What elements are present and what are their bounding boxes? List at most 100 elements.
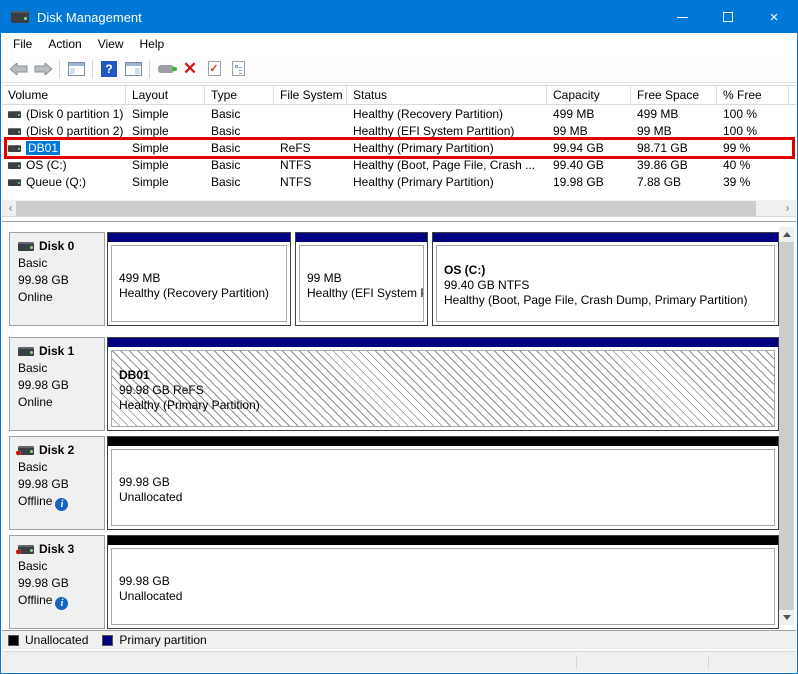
disk-size: 99.98 GB bbox=[18, 477, 100, 491]
close-button[interactable]: × bbox=[751, 1, 797, 33]
statusbar-divider bbox=[576, 655, 577, 669]
minimize-icon bbox=[677, 17, 688, 18]
menu-view[interactable]: View bbox=[90, 34, 132, 54]
disk-2-info-panel[interactable]: Disk 2 Basic 99.98 GB Offlinei bbox=[9, 436, 105, 530]
volume-icon bbox=[8, 145, 21, 152]
cell-layout: Simple bbox=[126, 141, 205, 155]
info-icon[interactable]: i bbox=[55, 597, 68, 610]
partition-os-c[interactable]: OS (C:) 99.40 GB NTFS Healthy (Boot, Pag… bbox=[432, 232, 779, 326]
volume-icon bbox=[8, 111, 21, 118]
cell-pct-free: 99 % bbox=[717, 141, 789, 155]
column-header-layout[interactable]: Layout bbox=[126, 86, 205, 104]
column-header-status[interactable]: Status bbox=[347, 86, 547, 104]
partition-size: 99.98 GB ReFS bbox=[119, 383, 774, 398]
partition-label: OS (C:) bbox=[444, 263, 774, 278]
maximize-icon bbox=[723, 12, 733, 22]
cell-type: Basic bbox=[205, 107, 274, 121]
volume-list: (Disk 0 partition 1) Simple Basic Health… bbox=[2, 105, 796, 193]
volume-icon bbox=[8, 128, 21, 135]
menu-help[interactable]: Help bbox=[132, 34, 173, 54]
info-icon[interactable]: i bbox=[55, 498, 68, 511]
table-row-queue-q[interactable]: Queue (Q:) Simple Basic NTFS Healthy (Pr… bbox=[2, 173, 796, 190]
status-bar bbox=[2, 651, 796, 672]
cell-pct-free: 100 % bbox=[717, 124, 789, 138]
disk-state: Offline bbox=[18, 593, 52, 607]
column-header-pct-free[interactable]: % Free bbox=[717, 86, 789, 104]
partition-color-bar bbox=[296, 233, 427, 242]
partition-efi[interactable]: 99 MB Healthy (EFI System Pa bbox=[295, 232, 428, 326]
menu-bar: File Action View Help bbox=[1, 33, 797, 55]
scroll-down-arrow-icon[interactable] bbox=[779, 610, 794, 625]
properties-button[interactable]: ✓ bbox=[202, 57, 226, 81]
horizontal-scrollbar-thumb[interactable] bbox=[16, 201, 756, 216]
cell-file-system: NTFS bbox=[274, 158, 347, 172]
disk-0-row: Disk 0 Basic 99.98 GB Online 499 MB Heal… bbox=[9, 232, 779, 326]
pointer-tool-button[interactable] bbox=[154, 57, 178, 81]
partition-status: Healthy (EFI System Pa bbox=[307, 286, 423, 301]
help-button[interactable]: ? bbox=[97, 57, 121, 81]
column-header-file-system[interactable]: File System bbox=[274, 86, 347, 104]
disk-icon bbox=[18, 242, 34, 251]
cell-status: Healthy (EFI System Partition) bbox=[347, 124, 547, 138]
cell-status: Healthy (Primary Partition) bbox=[347, 141, 547, 155]
disk-error-icon bbox=[18, 545, 34, 554]
disk-name: Disk 3 bbox=[39, 542, 74, 556]
partition-status: Unallocated bbox=[119, 490, 774, 505]
cell-free-space: 499 MB bbox=[631, 107, 717, 121]
close-icon: × bbox=[770, 9, 779, 26]
volume-name: Queue (Q:) bbox=[26, 175, 86, 189]
cell-type: Basic bbox=[205, 175, 274, 189]
disk-3-info-panel[interactable]: Disk 3 Basic 99.98 GB Offlinei bbox=[9, 535, 105, 629]
volume-list-header: Volume Layout Type File System Status Ca… bbox=[2, 85, 796, 105]
cell-layout: Simple bbox=[126, 175, 205, 189]
toolbar-separator bbox=[59, 60, 60, 78]
delete-volume-button[interactable]: ✕ bbox=[178, 57, 202, 81]
scroll-up-arrow-icon[interactable] bbox=[779, 227, 794, 242]
partition-recovery[interactable]: 499 MB Healthy (Recovery Partition) bbox=[107, 232, 291, 326]
column-header-volume[interactable]: Volume bbox=[2, 86, 126, 104]
volume-name: (Disk 0 partition 1) bbox=[26, 107, 123, 121]
column-header-type[interactable]: Type bbox=[205, 86, 274, 104]
cell-layout: Simple bbox=[126, 158, 205, 172]
scroll-right-arrow-icon[interactable]: › bbox=[779, 200, 796, 217]
partition-unallocated-disk2[interactable]: 99.98 GB Unallocated bbox=[107, 436, 779, 530]
minimize-button[interactable] bbox=[659, 1, 705, 33]
table-row-disk0-partition2[interactable]: (Disk 0 partition 2) Simple Basic Health… bbox=[2, 122, 796, 139]
cell-free-space: 99 MB bbox=[631, 124, 717, 138]
cell-layout: Simple bbox=[126, 124, 205, 138]
forward-button[interactable] bbox=[31, 57, 55, 81]
disk-1-info-panel[interactable]: Disk 1 Basic 99.98 GB Online bbox=[9, 337, 105, 431]
disk-graphical-pane: Disk 0 Basic 99.98 GB Online 499 MB Heal… bbox=[2, 221, 796, 630]
volume-name-selected: DB01 bbox=[26, 141, 60, 155]
show-console-tree-button[interactable] bbox=[64, 57, 88, 81]
cell-capacity: 99.40 GB bbox=[547, 158, 631, 172]
partition-unallocated-disk3[interactable]: 99.98 GB Unallocated bbox=[107, 535, 779, 629]
column-header-capacity[interactable]: Capacity bbox=[547, 86, 631, 104]
show-action-pane-button[interactable] bbox=[121, 57, 145, 81]
forward-icon bbox=[34, 63, 52, 75]
back-button[interactable] bbox=[7, 57, 31, 81]
vertical-scrollbar[interactable] bbox=[779, 227, 794, 625]
horizontal-scrollbar[interactable]: ‹ › bbox=[2, 200, 796, 217]
partition-status: Healthy (Primary Partition) bbox=[119, 398, 774, 413]
table-row-db01-selected[interactable]: DB01 Simple Basic ReFS Healthy (Primary … bbox=[2, 139, 796, 156]
cell-layout: Simple bbox=[126, 107, 205, 121]
table-row-os-c[interactable]: OS (C:) Simple Basic NTFS Healthy (Boot,… bbox=[2, 156, 796, 173]
menu-action[interactable]: Action bbox=[40, 34, 89, 54]
cell-capacity: 499 MB bbox=[547, 107, 631, 121]
disk-state: Online bbox=[18, 290, 100, 304]
menu-file[interactable]: File bbox=[5, 34, 40, 54]
cell-type: Basic bbox=[205, 158, 274, 172]
table-row-disk0-partition1[interactable]: (Disk 0 partition 1) Simple Basic Health… bbox=[2, 105, 796, 122]
disk-0-info-panel[interactable]: Disk 0 Basic 99.98 GB Online bbox=[9, 232, 105, 326]
legend-label: Unallocated bbox=[25, 633, 88, 647]
partition-db01[interactable]: DB01 99.98 GB ReFS Healthy (Primary Part… bbox=[107, 337, 779, 431]
maximize-button[interactable] bbox=[705, 1, 751, 33]
column-header-free-space[interactable]: Free Space bbox=[631, 86, 717, 104]
legend-label: Primary partition bbox=[119, 633, 206, 647]
cell-status: Healthy (Primary Partition) bbox=[347, 175, 547, 189]
disk-error-icon bbox=[18, 446, 34, 455]
partition-color-bar bbox=[108, 338, 778, 347]
help-topics-button[interactable] bbox=[226, 57, 250, 81]
unallocated-swatch bbox=[8, 635, 19, 646]
